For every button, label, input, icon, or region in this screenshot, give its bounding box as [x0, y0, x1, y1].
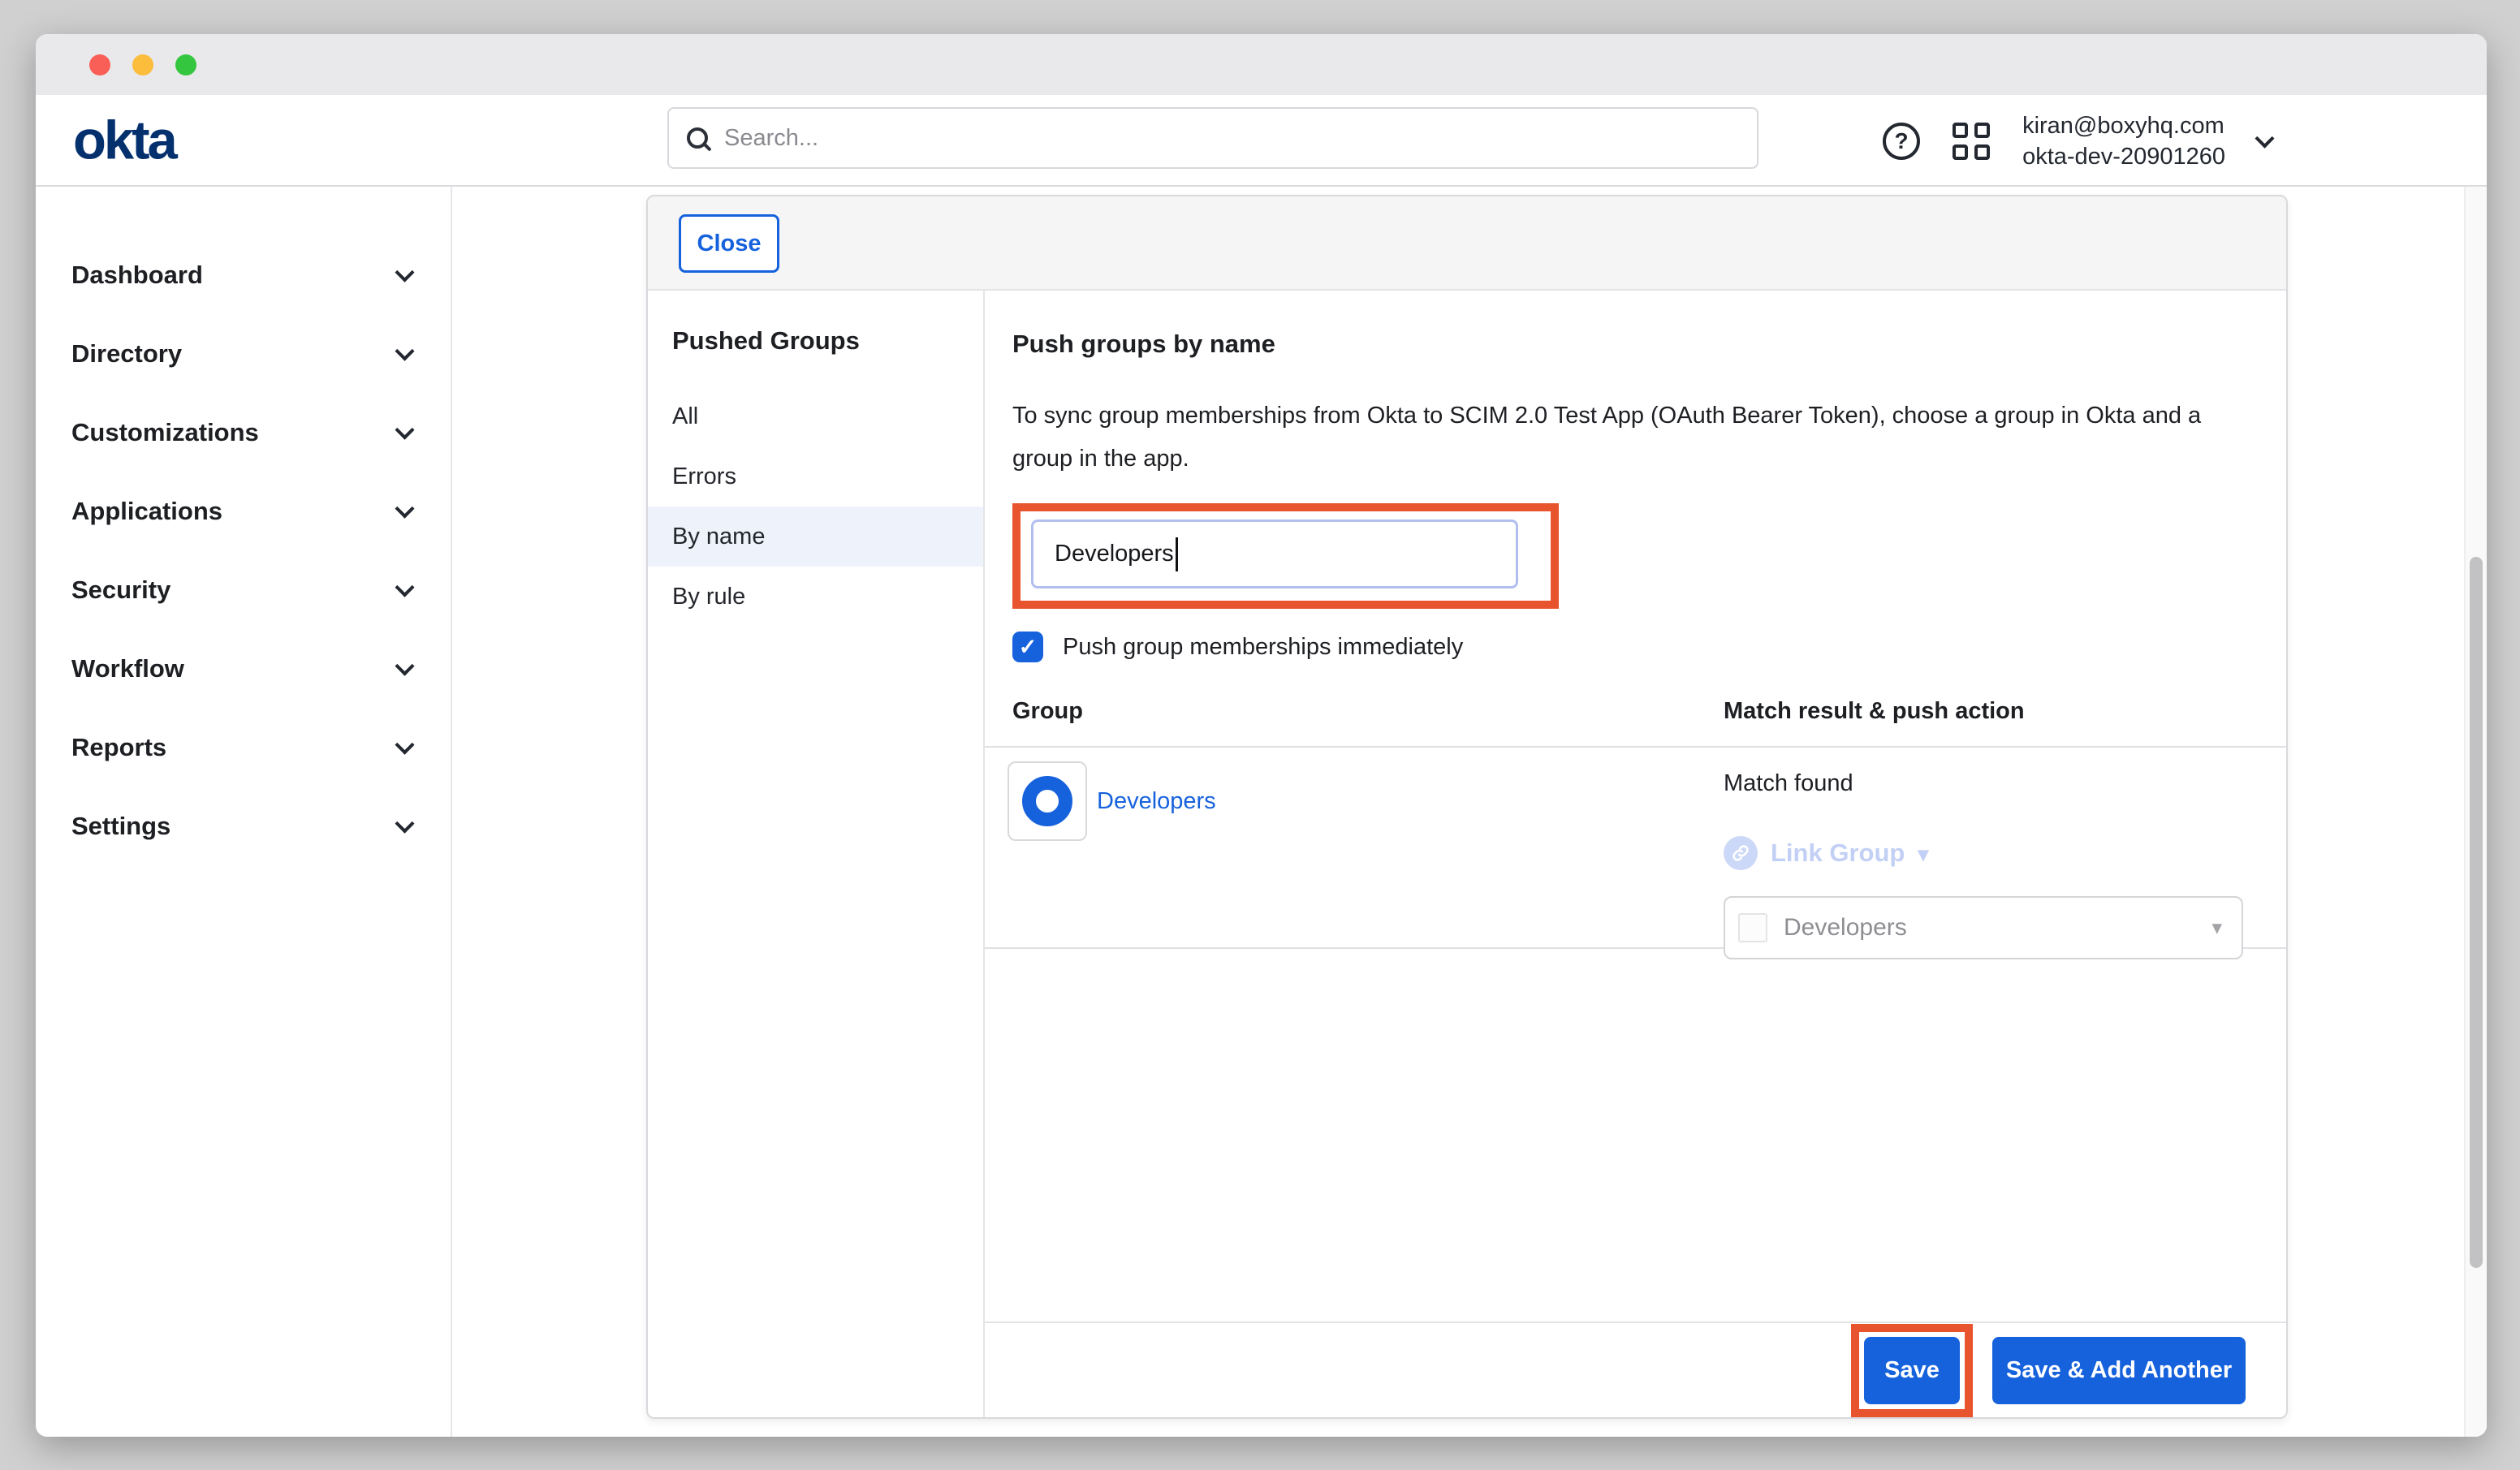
close-button[interactable]: Close — [679, 214, 779, 273]
pushed-groups-panel: Close Pushed Groups All Errors By name B… — [646, 195, 2288, 1419]
link-group-dropdown[interactable]: Link Group — [1724, 836, 2254, 870]
app-header: okta kiran@boxyhq.com okta-dev-20901260 — [36, 95, 2487, 187]
panel-body: Pushed Groups All Errors By name By rule… — [648, 291, 2286, 1417]
content-area: Close Pushed Groups All Errors By name B… — [452, 187, 2487, 1437]
app-group-placeholder-icon — [1738, 913, 1767, 942]
caret-down-icon — [1918, 838, 1928, 868]
link-icon — [1724, 836, 1758, 870]
chevron-down-icon — [395, 420, 414, 440]
okta-logo[interactable]: okta — [73, 109, 175, 171]
save-add-another-button[interactable]: Save & Add Another — [1992, 1337, 2246, 1404]
sidebar: Dashboard Directory Customizations Appli… — [36, 187, 452, 1437]
tab-all[interactable]: All — [648, 386, 983, 446]
page-title: Push groups by name — [1012, 330, 2254, 359]
chevron-down-icon[interactable] — [2255, 129, 2274, 149]
help-icon[interactable] — [1883, 123, 1920, 160]
window-scrollbar[interactable] — [2464, 187, 2487, 1437]
pushed-groups-title: Pushed Groups — [672, 326, 983, 356]
sidebar-item-settings[interactable]: Settings — [36, 787, 451, 865]
match-status: Match found — [1724, 770, 2254, 797]
panel-footer: Save Save & Add Another — [985, 1321, 2286, 1417]
traffic-light-close[interactable] — [89, 54, 110, 75]
scrollbar-thumb[interactable] — [2470, 557, 2483, 1268]
annotation-highlight-input: Developers — [1012, 503, 1559, 609]
panel-header: Close — [648, 196, 2286, 291]
group-link[interactable]: Developers — [1097, 788, 1216, 815]
sidebar-item-reports[interactable]: Reports — [36, 708, 451, 787]
main-area: Dashboard Directory Customizations Appli… — [36, 187, 2487, 1437]
push-immediately-checkbox[interactable] — [1012, 632, 1043, 662]
column-header-match-result: Match result & push action — [1724, 698, 2254, 725]
chevron-down-icon — [395, 263, 414, 282]
chevron-down-icon — [395, 499, 414, 519]
header-actions: kiran@boxyhq.com okta-dev-20901260 — [1883, 95, 2272, 187]
sidebar-item-directory[interactable]: Directory — [36, 314, 451, 393]
app-group-select[interactable]: Developers — [1724, 896, 2243, 959]
group-cell: Developers — [1008, 761, 1724, 842]
caret-down-icon — [2211, 916, 2222, 940]
sidebar-item-dashboard[interactable]: Dashboard — [36, 235, 451, 314]
chevron-down-icon — [395, 657, 414, 676]
table-header: Group Match result & push action — [985, 698, 2286, 748]
push-immediately-row: Push group memberships immediately — [1012, 632, 2254, 662]
browser-window: okta kiran@boxyhq.com okta-dev-20901260 … — [36, 34, 2487, 1437]
tab-by-rule[interactable]: By rule — [648, 567, 983, 627]
traffic-light-zoom[interactable] — [175, 54, 196, 75]
chevron-down-icon — [395, 578, 414, 597]
sidebar-item-security[interactable]: Security — [36, 550, 451, 629]
group-icon — [1022, 776, 1072, 826]
chevron-down-icon — [395, 814, 414, 834]
app-group-value: Developers — [1784, 914, 1907, 942]
push-immediately-label: Push group memberships immediately — [1063, 634, 1463, 661]
group-name-input-value: Developers — [1055, 541, 1174, 567]
save-button[interactable]: Save — [1864, 1337, 1960, 1404]
global-search[interactable] — [667, 107, 1758, 169]
chevron-down-icon — [395, 342, 414, 361]
account-org: okta-dev-20901260 — [2022, 141, 2225, 172]
traffic-light-minimize[interactable] — [132, 54, 153, 75]
account-email: kiran@boxyhq.com — [2022, 110, 2225, 141]
table-row: Developers Match found — [985, 748, 2286, 949]
sidebar-item-workflow[interactable]: Workflow — [36, 629, 451, 708]
search-icon — [687, 127, 708, 149]
account-menu[interactable]: kiran@boxyhq.com okta-dev-20901260 — [2022, 110, 2225, 172]
column-header-group: Group — [1012, 698, 1724, 725]
description-text: To sync group memberships from Okta to S… — [1012, 394, 2230, 481]
link-group-label: Link Group — [1771, 838, 1905, 868]
apps-grid-icon[interactable] — [1953, 123, 1990, 160]
chevron-down-icon — [395, 735, 414, 755]
push-by-name-content: Push groups by name To sync group member… — [985, 291, 2286, 1417]
match-table: Group Match result & push action Develop… — [985, 698, 2286, 949]
search-input[interactable] — [724, 125, 1739, 152]
window-titlebar — [36, 34, 2487, 95]
group-avatar — [1008, 761, 1087, 841]
tab-by-name[interactable]: By name — [648, 507, 983, 567]
text-cursor — [1176, 537, 1178, 571]
sidebar-item-customizations[interactable]: Customizations — [36, 393, 451, 472]
pushed-groups-nav: Pushed Groups All Errors By name By rule — [648, 291, 985, 1417]
group-name-input[interactable]: Developers — [1031, 519, 1518, 588]
tab-errors[interactable]: Errors — [648, 446, 983, 507]
annotation-highlight-save: Save — [1851, 1324, 1973, 1417]
match-cell: Match found — [1724, 761, 2254, 947]
sidebar-item-applications[interactable]: Applications — [36, 472, 451, 550]
